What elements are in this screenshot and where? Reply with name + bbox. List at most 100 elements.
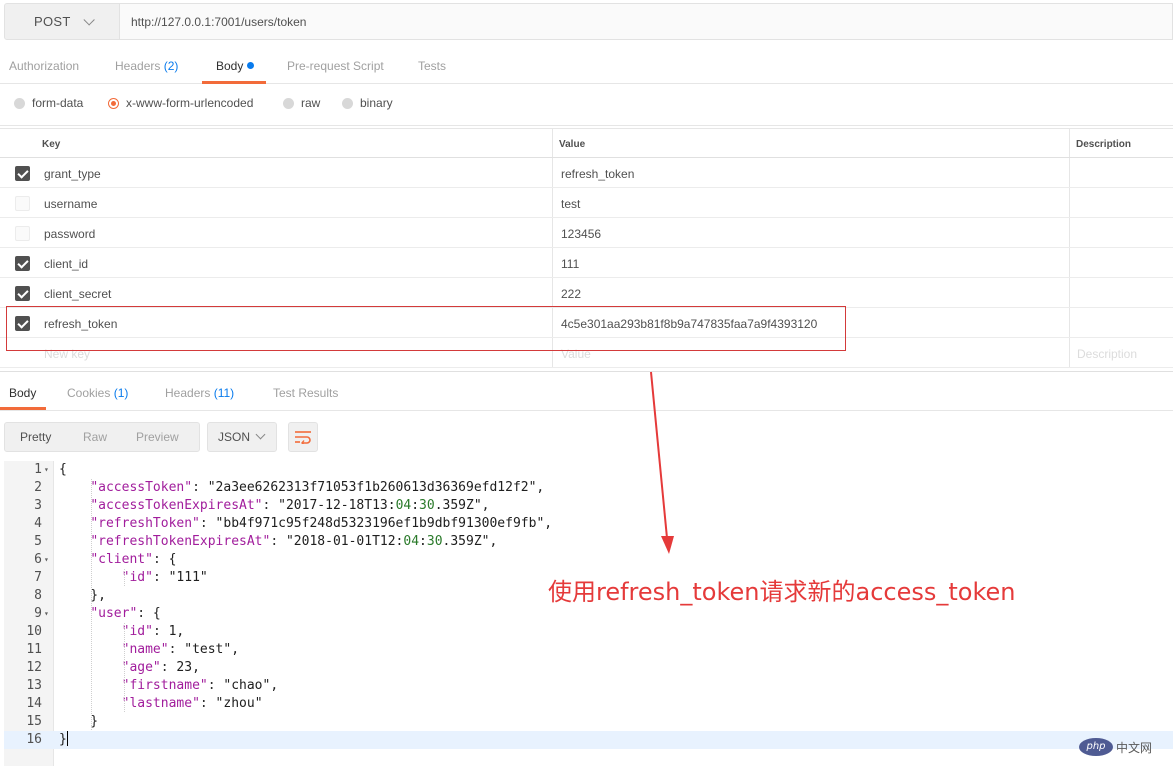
annotation-highlight-box: [6, 306, 846, 351]
body-type-options: form-data x-www-form-urlencoded raw bina…: [0, 86, 1173, 126]
tab-headers[interactable]: Headers (2): [115, 44, 178, 84]
radio-selected-icon: [108, 97, 119, 109]
row-key[interactable]: client_secret: [44, 287, 111, 301]
column-description: Description: [1076, 139, 1132, 150]
url-input[interactable]: http://127.0.0.1:7001/users/token: [120, 3, 1173, 40]
tab-authorization[interactable]: Authorization: [9, 44, 79, 84]
table-row: username test: [0, 188, 1173, 218]
tab-tests[interactable]: Tests: [418, 44, 446, 84]
code-line: 12 "age": 23,: [4, 659, 1173, 677]
row-value[interactable]: 111: [561, 257, 579, 271]
modified-dot-icon: [247, 62, 255, 69]
indent-guide: [91, 479, 92, 731]
line-number: 15: [26, 714, 42, 729]
radio-raw[interactable]: raw: [283, 96, 320, 110]
tab-response-headers[interactable]: Headers (11): [165, 372, 234, 411]
code-line: 4 "refreshToken": "bb4f971c95f248d532319…: [4, 515, 1173, 533]
code-line: 15 }: [4, 713, 1173, 731]
watermark-text: 中文网: [1116, 740, 1153, 755]
format-label: JSON: [218, 430, 251, 444]
row-checkbox[interactable]: [15, 226, 30, 241]
row-checkbox[interactable]: [15, 286, 30, 301]
radio-x-www-form-urlencoded[interactable]: x-www-form-urlencoded: [108, 96, 253, 110]
fold-arrow-icon[interactable]: ▾: [44, 461, 49, 479]
table-header: Key Value Description: [0, 128, 1173, 158]
code-line: 1 ▾ {: [4, 461, 1173, 479]
row-value[interactable]: test: [561, 197, 580, 211]
code-line: 3 "accessTokenExpiresAt": "2017-12-18T13…: [4, 497, 1173, 515]
line-number: 12: [26, 660, 42, 675]
format-select[interactable]: JSON: [207, 422, 277, 452]
code-line: 13 "firstname": "chao",: [4, 677, 1173, 695]
code-text: "accessToken": "2a3ee6262313f71053f1b260…: [90, 480, 545, 495]
code-line: 10 "id": 1,: [4, 623, 1173, 641]
watermark: php 中文网: [1079, 734, 1165, 760]
line-number: 1: [34, 462, 42, 477]
code-text: "refreshToken": "bb4f971c95f248d5323196e…: [90, 516, 553, 531]
column-key: Key: [42, 139, 61, 150]
row-key[interactable]: password: [44, 227, 95, 241]
new-description-input[interactable]: Description: [1077, 347, 1137, 361]
line-number: 13: [26, 678, 42, 693]
view-preview-button[interactable]: Preview: [136, 430, 179, 444]
code-text: }: [59, 714, 99, 729]
tab-pre-request-script[interactable]: Pre-request Script: [287, 44, 384, 84]
code-line: 9 ▾ "user": {: [4, 605, 1173, 623]
code-line: 5 "refreshTokenExpiresAt": "2018-01-01T1…: [4, 533, 1173, 551]
view-pretty-button[interactable]: Pretty: [20, 430, 51, 444]
line-number: 16: [26, 732, 42, 747]
indent-guide: [124, 623, 125, 713]
fold-arrow-icon[interactable]: ▾: [44, 605, 49, 623]
row-key[interactable]: username: [44, 197, 97, 211]
fold-arrow-icon[interactable]: ▾: [44, 551, 49, 569]
response-toolbar: Pretty Raw Preview JSON: [0, 418, 1173, 454]
indent-guide: [124, 569, 125, 587]
url-bar: POST http://127.0.0.1:7001/users/token: [0, 0, 1173, 42]
table-row: grant_type refresh_token: [0, 158, 1173, 188]
code-text: "age": 23,: [121, 660, 200, 675]
line-number: 3: [34, 498, 42, 513]
code-text: "user": {: [90, 606, 161, 621]
row-value[interactable]: 123456: [561, 227, 601, 241]
response-body-editor[interactable]: 1 ▾{2 "accessToken": "2a3ee6262313f71053f…: [4, 461, 1173, 766]
tab-body[interactable]: Body: [202, 44, 266, 84]
tab-response-body[interactable]: Body: [0, 372, 46, 410]
wrap-lines-button[interactable]: [288, 422, 318, 452]
response-tabs: Body Cookies (1) Headers (11) Test Resul…: [0, 371, 1173, 411]
code-line: 16}: [4, 731, 1173, 749]
table-row: client_id 111: [0, 248, 1173, 278]
tab-cookies[interactable]: Cookies (1): [67, 372, 128, 411]
code-text: {: [59, 462, 67, 477]
text-cursor: [66, 731, 69, 746]
tab-test-results[interactable]: Test Results: [273, 372, 338, 411]
response-headers-count: (11): [213, 386, 235, 400]
line-number: 2: [34, 480, 42, 495]
wrap-lines-icon: [295, 431, 311, 444]
line-number: 4: [34, 516, 42, 531]
method-select[interactable]: POST: [4, 3, 120, 40]
row-checkbox[interactable]: [15, 166, 30, 181]
code-text: "id": 1,: [121, 624, 185, 639]
line-number: 7: [34, 570, 42, 585]
line-number: 11: [26, 642, 42, 657]
view-raw-button[interactable]: Raw: [83, 430, 107, 444]
code-text: }: [59, 731, 69, 747]
row-value[interactable]: refresh_token: [561, 167, 634, 181]
radio-circle-icon: [14, 97, 25, 109]
method-label: POST: [34, 14, 71, 29]
radio-binary[interactable]: binary: [342, 96, 393, 110]
request-tabs: Authorization Headers (2) Body Pre-reque…: [0, 44, 1173, 84]
row-key[interactable]: grant_type: [44, 167, 101, 181]
line-number: 6: [34, 552, 42, 567]
radio-form-data[interactable]: form-data: [14, 96, 83, 110]
column-value: Value: [559, 139, 586, 150]
row-key[interactable]: client_id: [44, 257, 88, 271]
row-checkbox[interactable]: [15, 196, 30, 211]
row-checkbox[interactable]: [15, 256, 30, 271]
row-value[interactable]: 222: [561, 287, 581, 301]
line-number: 14: [26, 696, 42, 711]
code-text: "accessTokenExpiresAt": "2017-12-18T13:0…: [90, 498, 490, 513]
table-row: password 123456: [0, 218, 1173, 248]
line-number: 8: [34, 588, 42, 603]
code-text: "lastname": "zhou": [121, 696, 263, 711]
